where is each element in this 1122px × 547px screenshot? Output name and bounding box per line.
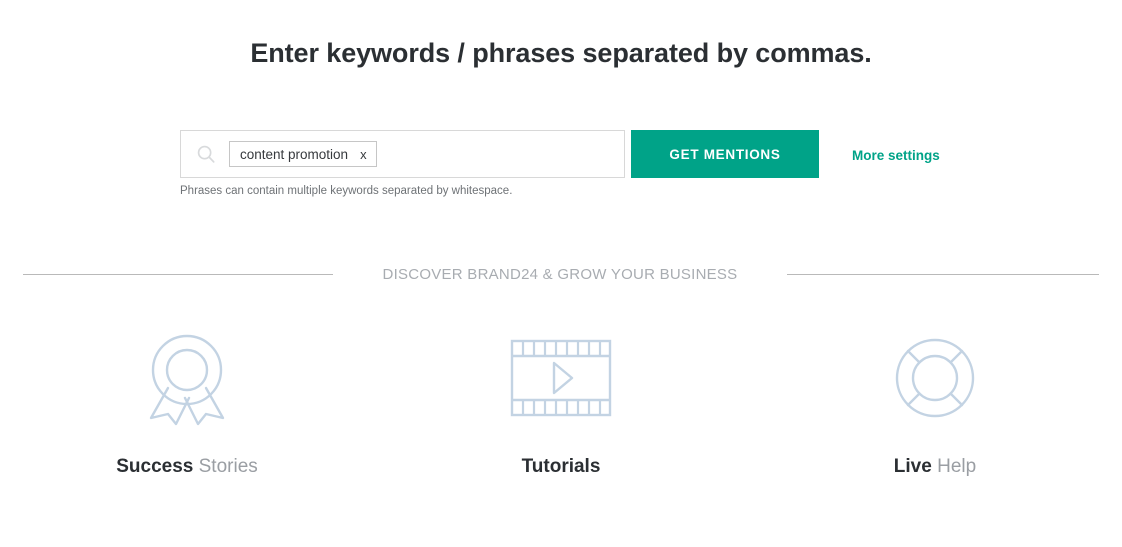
search-box[interactable]: content promotion x [180,130,625,178]
feature-label-light: Help [937,456,977,477]
feature-label: Success Stories [116,456,258,478]
feature-label-strong: Success [116,456,194,477]
discover-divider: DISCOVER BRAND24 & GROW YOUR BUSINESS [23,266,1099,283]
feature-label: Live Help [894,456,976,478]
keyword-input[interactable] [376,141,624,167]
life-ring-icon [895,338,975,418]
feature-label: Tutorials [522,456,601,478]
feature-label-light: Stories [198,456,258,477]
keyword-chip-label: content promotion [240,146,349,162]
feature-live-help[interactable]: Live Help [748,330,1122,478]
film-strip-play-icon [510,339,612,417]
page-title: Enter keywords / phrases separated by co… [250,38,872,68]
more-settings-link[interactable]: More settings [852,148,940,163]
feature-list: Success Stories Tutorials Live Help [0,330,1122,478]
feature-success-stories[interactable]: Success Stories [0,330,374,478]
award-ribbon-icon [149,334,225,426]
feature-tutorials[interactable]: Tutorials [374,330,748,478]
keyword-chip[interactable]: content promotion x [229,141,377,167]
search-hint-text: Phrases can contain multiple keywords se… [180,185,513,197]
get-mentions-button[interactable]: GET MENTIONS [631,130,819,178]
keyword-chip-remove-icon[interactable]: x [360,148,367,161]
divider-line-right [787,274,1099,275]
search-row: content promotion x GET MENTIONS More se… [180,130,940,178]
divider-label: DISCOVER BRAND24 & GROW YOUR BUSINESS [382,266,738,283]
divider-line-left [23,274,333,275]
search-icon [197,145,215,163]
feature-label-strong: Tutorials [521,456,601,477]
feature-label-strong: Live [893,456,932,477]
